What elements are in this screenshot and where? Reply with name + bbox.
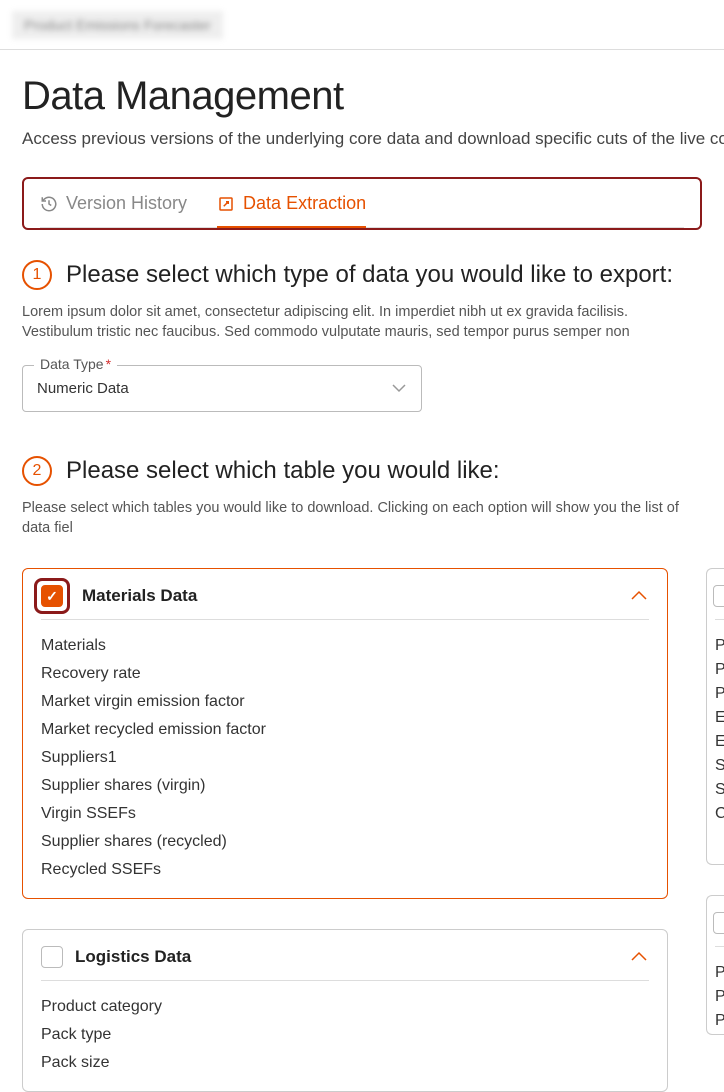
list-item: C <box>715 802 724 826</box>
chevron-up-icon[interactable] <box>629 586 649 607</box>
field-label: Data Type* <box>34 356 117 372</box>
list-item: Pack type <box>41 1023 649 1047</box>
tab-version-history[interactable]: Version History <box>40 189 187 228</box>
list-item: E <box>715 730 724 754</box>
page-subtitle: Access previous versions of the underlyi… <box>22 129 702 149</box>
list-item: S <box>715 778 724 802</box>
checkbox-side2[interactable] <box>713 912 724 934</box>
step-number: 1 <box>22 260 52 290</box>
step-2-header: 2 Please select which table you would li… <box>22 456 702 486</box>
card-side-1: PPPEESSC <box>706 568 724 865</box>
tab-label: Version History <box>66 193 187 214</box>
select-value: Numeric Data <box>37 380 129 397</box>
required-asterisk: * <box>106 356 111 372</box>
checkbox-side1[interactable] <box>713 585 724 607</box>
card-header <box>715 912 724 947</box>
top-bar: Product Emissions Forecaster <box>0 0 724 50</box>
card-header: Logistics Data <box>41 946 649 981</box>
list-item: P <box>715 1009 724 1033</box>
list-item: Market recycled emission factor <box>41 718 649 742</box>
tabs: Version History Data Extraction <box>40 189 684 228</box>
step-1-header: 1 Please select which type of data you w… <box>22 260 702 290</box>
data-type-field: Data Type* Numeric Data <box>22 365 422 412</box>
list-item: S <box>715 754 724 778</box>
card-header: Materials Data <box>41 585 649 620</box>
cards-row: Materials Data Materials Recovery rate Mar… <box>22 568 702 1092</box>
list-item: P <box>715 634 724 658</box>
extract-icon <box>217 195 235 213</box>
card-title: Materials Data <box>82 586 617 606</box>
list-item: P <box>715 961 724 985</box>
list-item: Materials <box>41 634 649 658</box>
chevron-down-icon <box>391 380 407 397</box>
card-logistics: Logistics Data Product category Pack type… <box>22 929 668 1092</box>
tab-data-extraction[interactable]: Data Extraction <box>217 189 366 228</box>
step-title: Please select which table you would like… <box>66 457 500 485</box>
list-item: Recycled SSEFs <box>41 858 649 882</box>
step-2-desc: Please select which tables you would lik… <box>22 498 702 539</box>
field-list: PPP <box>715 961 724 1033</box>
cards-left-col: Materials Data Materials Recovery rate Mar… <box>22 568 668 1092</box>
list-item: P <box>715 682 724 706</box>
history-icon <box>40 195 58 213</box>
list-item: Recovery rate <box>41 662 649 686</box>
step-title: Please select which type of data you wou… <box>66 261 673 289</box>
list-item: Product category <box>41 995 649 1019</box>
list-item: Virgin SSEFs <box>41 802 649 826</box>
list-item: P <box>715 658 724 682</box>
app-title: Product Emissions Forecaster <box>12 11 223 39</box>
list-item: Supplier shares (recycled) <box>41 830 649 854</box>
data-type-select[interactable]: Numeric Data <box>22 365 422 412</box>
list-item: P <box>715 985 724 1009</box>
tabs-container: Version History Data Extraction <box>22 177 702 230</box>
step-1-desc: Lorem ipsum dolor sit amet, consectetur … <box>22 302 702 343</box>
field-list: PPPEESSC <box>715 634 724 826</box>
cards-right-col: PPPEESSC PPP <box>706 568 724 1092</box>
card-title: Logistics Data <box>75 947 617 967</box>
checkbox-logistics[interactable] <box>41 946 63 968</box>
card-side-2: PPP <box>706 895 724 1035</box>
checkbox-highlight <box>34 578 70 614</box>
field-list: Materials Recovery rate Market virgin emis… <box>41 634 649 882</box>
checkbox-materials[interactable] <box>41 585 63 607</box>
list-item: Suppliers1 <box>41 746 649 770</box>
list-item: Pack size <box>41 1051 649 1075</box>
chevron-up-icon[interactable] <box>629 947 649 968</box>
list-item: Supplier shares (virgin) <box>41 774 649 798</box>
tab-label: Data Extraction <box>243 193 366 214</box>
card-materials: Materials Data Materials Recovery rate Mar… <box>22 568 668 899</box>
field-list: Product category Pack type Pack size <box>41 995 649 1075</box>
step-number: 2 <box>22 456 52 486</box>
list-item: E <box>715 706 724 730</box>
page-title: Data Management <box>22 74 702 119</box>
list-item: Market virgin emission factor <box>41 690 649 714</box>
card-header <box>715 585 724 620</box>
